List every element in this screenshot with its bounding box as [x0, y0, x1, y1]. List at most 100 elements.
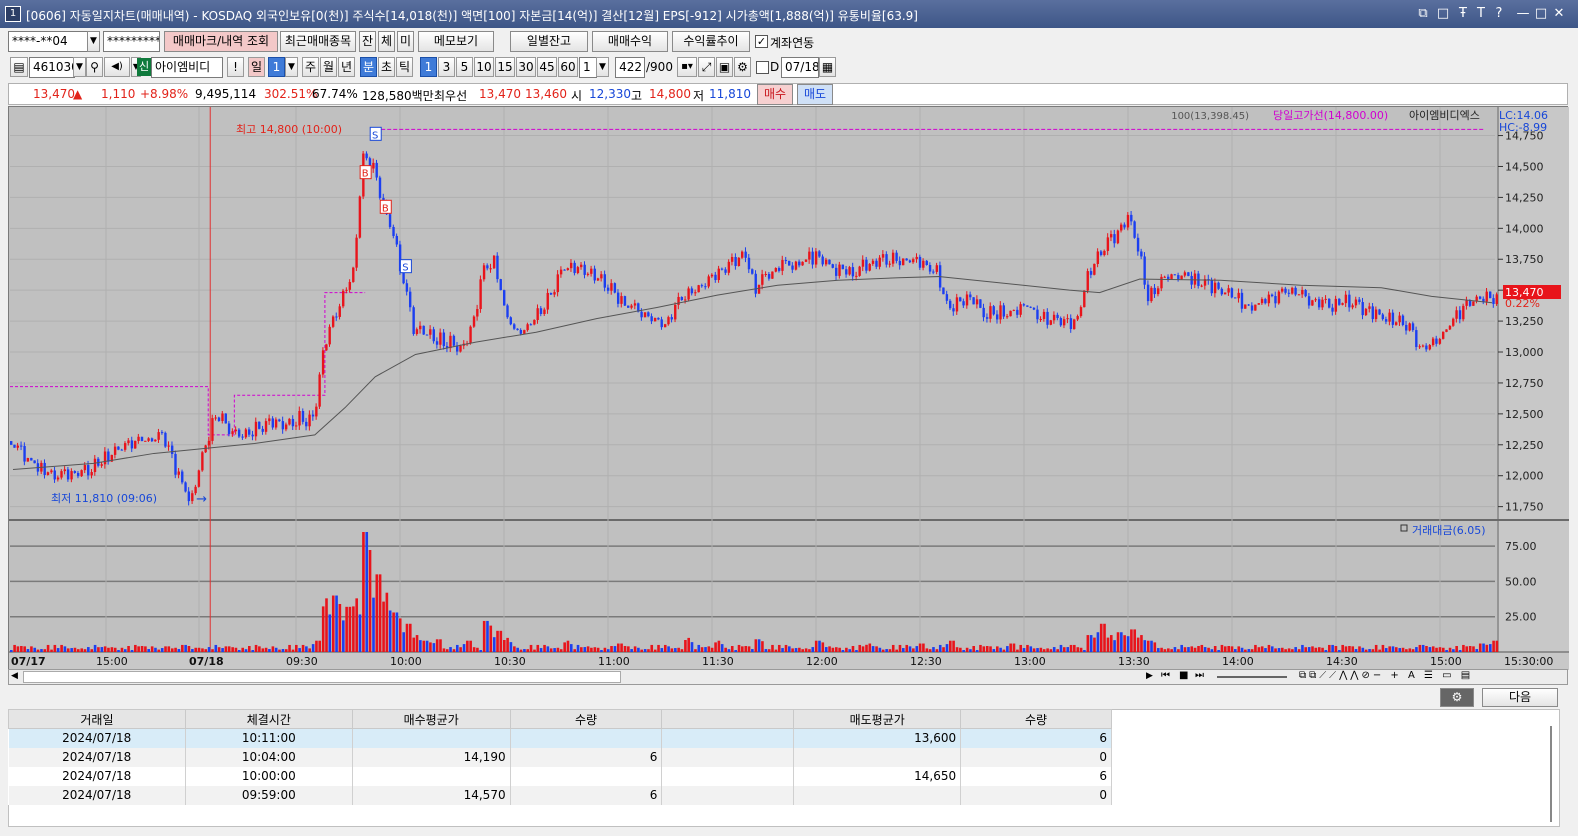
draw-line-icon[interactable]: ⤢: [698, 57, 715, 77]
tab-che[interactable]: 체: [378, 31, 395, 52]
restore-icon[interactable]: □: [1434, 5, 1452, 23]
minute-10[interactable]: 10: [474, 57, 494, 77]
tab-mi[interactable]: 미: [397, 31, 414, 52]
volume-bar: [1203, 647, 1207, 652]
stock-name-input[interactable]: 아이엠비디: [151, 57, 223, 78]
search-icon[interactable]: ⚲: [86, 57, 103, 77]
chart-tools-icon[interactable]: ⧉⧉⟋⟋⋀⋀⊘− + A ☰ ▭ ▤: [1299, 670, 1473, 681]
daily-balance-button[interactable]: 일별잔고: [510, 31, 588, 52]
calendar-icon[interactable]: ▦: [819, 57, 836, 77]
window-number-icon[interactable]: 1: [5, 6, 21, 22]
price-chart[interactable]: 14,75014,50014,25014,00013,75013,50013,2…: [9, 107, 1569, 670]
next-button[interactable]: 다음: [1482, 688, 1558, 707]
pin-icon[interactable]: Ŧ: [1454, 5, 1472, 23]
count-input[interactable]: 422: [615, 57, 645, 78]
minimize-icon[interactable]: —: [1514, 5, 1532, 23]
volume-bar: [1294, 647, 1297, 652]
period-week[interactable]: 주: [302, 57, 319, 77]
minute-1[interactable]: 1: [420, 57, 437, 77]
memo-button[interactable]: 메모보기: [418, 31, 494, 52]
account-input[interactable]: ****-**04: [8, 31, 88, 52]
volume-bar: [1029, 646, 1033, 652]
password-input[interactable]: *********: [103, 31, 160, 52]
price-tick-label: 14,250: [1505, 191, 1544, 204]
table-row[interactable]: 2024/07/18 09:59:00 14,570 6 0: [8, 785, 1112, 805]
link-window-icon[interactable]: ⧉: [1414, 5, 1432, 23]
candle-body: [593, 268, 596, 281]
scroll-right-icon[interactable]: ▶: [1146, 671, 1153, 681]
col-sell-qty[interactable]: 수량: [960, 709, 1112, 729]
forward-icon[interactable]: ⏭: [1195, 670, 1204, 681]
stop-icon[interactable]: ■: [1179, 670, 1188, 681]
minute-5[interactable]: 5: [456, 57, 473, 77]
minute-45[interactable]: 45: [537, 57, 557, 77]
stock-code-input[interactable]: 461030: [29, 57, 75, 78]
table-row[interactable]: 2024/07/18 10:00:00 14,650 6: [8, 766, 1112, 786]
minute-30[interactable]: 30: [516, 57, 536, 77]
candle-body: [345, 289, 348, 291]
table-cell: [793, 785, 962, 805]
maximize-icon[interactable]: □: [1532, 5, 1550, 23]
scroll-thumb[interactable]: [23, 671, 621, 683]
table-row[interactable]: 2024/07/18 10:11:00 13,600 6: [8, 728, 1112, 748]
speaker-icon[interactable]: ◀): [104, 57, 130, 77]
period-count-dropdown-icon[interactable]: ▼: [285, 57, 298, 77]
table-scrollbar[interactable]: [1550, 726, 1552, 822]
font-icon[interactable]: T: [1472, 5, 1490, 23]
col-sell-avg[interactable]: 매도평균가: [793, 709, 962, 729]
table-settings-gear-icon[interactable]: ⚙: [1440, 688, 1474, 707]
trade-profit-button[interactable]: 매매수익: [592, 31, 668, 52]
sell-button[interactable]: 매도: [797, 84, 833, 105]
interval-dropdown-icon[interactable]: ▼: [596, 57, 609, 77]
period-month[interactable]: 월: [320, 57, 337, 77]
recent-trades-button[interactable]: 최근매매종목: [280, 31, 356, 52]
interval-input[interactable]: 1: [579, 57, 597, 78]
close-icon[interactable]: ✕: [1550, 5, 1568, 23]
candle-body: [1123, 224, 1126, 228]
indicator-icon[interactable]: ▪▾: [677, 57, 697, 77]
high-label: 고: [631, 89, 643, 103]
col-buy-qty[interactable]: 수량: [509, 709, 663, 729]
minute-60[interactable]: 60: [558, 57, 578, 77]
account-link-checkbox[interactable]: ✓: [755, 35, 768, 48]
stock-search-icon[interactable]: ▤: [10, 57, 28, 77]
candle-body: [975, 299, 979, 305]
scroll-left-icon[interactable]: ◀: [11, 671, 18, 681]
tab-jan[interactable]: 잔: [359, 31, 376, 52]
candle-body: [586, 273, 590, 275]
col-buy-avg[interactable]: 매수평균가: [351, 709, 511, 729]
chart-scrollbar[interactable]: ◀ ▶ ⏮ ■ ⏭ ⧉⧉⟋⟋⋀⋀⊘− + A ☰ ▭ ▤: [8, 669, 1568, 685]
rewind-icon[interactable]: ⏮: [1161, 670, 1170, 681]
period-tick[interactable]: 틱: [396, 57, 413, 77]
return-trend-button[interactable]: 수익률추이: [672, 31, 750, 52]
zoom-slider[interactable]: [1217, 676, 1287, 678]
minute-3[interactable]: 3: [438, 57, 455, 77]
code-dropdown-icon[interactable]: ▼: [73, 57, 86, 77]
candle-body: [83, 465, 87, 471]
volume-bar: [734, 650, 738, 652]
period-second[interactable]: 초: [378, 57, 395, 77]
candle-body: [271, 418, 274, 428]
period-day[interactable]: 일: [248, 57, 265, 77]
save-icon[interactable]: ▣: [716, 57, 733, 77]
col-trade-date[interactable]: 거래일: [8, 709, 186, 729]
query-button[interactable]: 매매마크/내역 조회: [164, 31, 278, 52]
buy-button[interactable]: 매수: [757, 84, 793, 105]
account-dropdown-icon[interactable]: ▼: [87, 31, 100, 52]
chart-area[interactable]: 14,75014,50014,25014,00013,75013,50013,2…: [8, 106, 1569, 670]
date-input[interactable]: 07/18: [781, 57, 819, 78]
period-count[interactable]: 1: [268, 57, 285, 77]
candle-body: [181, 471, 184, 483]
settings-gear-icon[interactable]: ⚙: [734, 57, 751, 77]
table-row[interactable]: 2024/07/18 10:04:00 14,190 6 0: [8, 747, 1112, 767]
period-minute[interactable]: 분: [360, 57, 377, 77]
minute-15[interactable]: 15: [495, 57, 515, 77]
col-exec-time[interactable]: 체결시간: [184, 709, 353, 729]
date-checkbox[interactable]: [756, 61, 769, 74]
candle-body: [261, 428, 264, 432]
table-cell: 0: [960, 785, 1112, 805]
help-icon[interactable]: ?: [1490, 5, 1508, 23]
candle-body: [503, 290, 506, 306]
alert-icon[interactable]: !: [227, 57, 244, 77]
period-year[interactable]: 년: [338, 57, 355, 77]
